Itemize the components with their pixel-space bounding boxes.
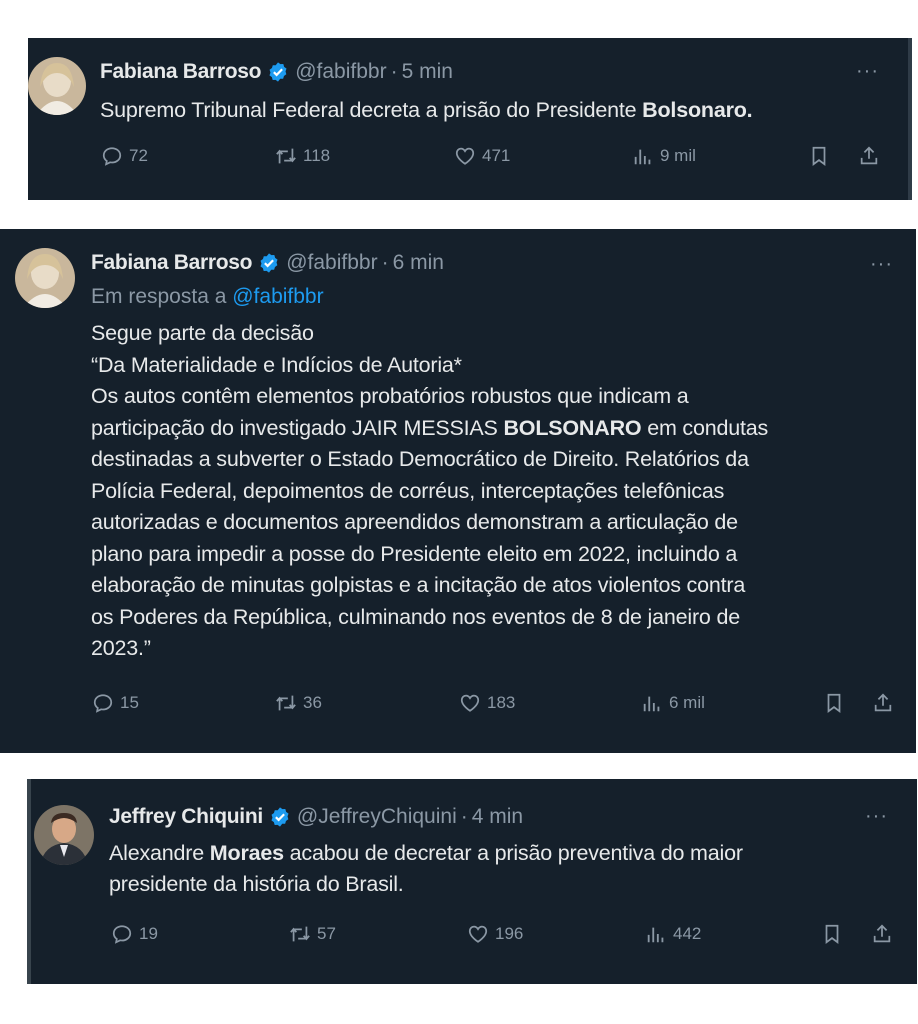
reply-icon <box>112 925 132 944</box>
author-name[interactable]: Fabiana Barroso <box>91 250 253 276</box>
retweet-icon <box>276 695 296 711</box>
verified-badge-icon <box>271 807 289 827</box>
retweet-icon <box>276 148 296 164</box>
retweet-button[interactable]: 36 <box>275 692 322 714</box>
author-handle[interactable]: @JeffreyChiquini <box>297 804 457 830</box>
reply-context: Em resposta a @fabifbbr <box>91 285 324 309</box>
avatar[interactable] <box>34 805 94 865</box>
timestamp[interactable]: 4 min <box>472 804 523 830</box>
share-icon <box>874 693 892 712</box>
separator: · <box>460 805 468 828</box>
author-name[interactable]: Jeffrey Chiquini <box>109 804 263 830</box>
separator: · <box>390 60 398 83</box>
reply-icon <box>93 694 113 713</box>
retweet-count: 36 <box>303 693 322 712</box>
retweet-button[interactable]: 118 <box>275 145 330 167</box>
like-button[interactable]: 183 <box>459 692 515 714</box>
reply-count: 72 <box>129 146 148 165</box>
share-button[interactable] <box>871 923 893 945</box>
text-line: 2023.” <box>91 636 151 660</box>
share-icon <box>873 924 891 943</box>
text-line: Supremo Tribunal Federal decreta a prisã… <box>100 98 753 122</box>
text-line: “Da Materialidade e Indícios de Autoria* <box>91 352 462 377</box>
retweet-count: 57 <box>317 924 336 943</box>
bookmark-button[interactable] <box>821 923 843 945</box>
like-button[interactable]: 471 <box>454 145 510 167</box>
text-line: Os autos contêm elementos probatórios ro… <box>91 384 689 408</box>
views-button[interactable]: 9 mil <box>632 145 696 167</box>
more-options-icon[interactable]: ··· <box>865 805 888 828</box>
like-count: 196 <box>495 924 524 943</box>
views-icon <box>643 696 660 712</box>
bookmark-button[interactable] <box>808 145 830 167</box>
reply-count: 15 <box>120 693 139 712</box>
reply-count: 19 <box>139 924 158 943</box>
author-name[interactable]: Fabiana Barroso <box>100 59 262 85</box>
tweet-card[interactable]: Jeffrey Chiquini @JeffreyChiquini · 4 mi… <box>27 779 917 984</box>
text-line: elaboração de minutas golpistas e a inci… <box>91 573 746 597</box>
text-line: destinadas a subverter o Estado Democrát… <box>91 447 749 471</box>
text-line: Alexandre Moraes acabou de decretar a pr… <box>109 841 743 865</box>
timestamp[interactable]: 5 min <box>402 59 453 85</box>
reply-prefix: Em resposta a <box>91 285 233 308</box>
verified-badge-icon <box>260 253 278 273</box>
heart-icon <box>455 147 475 165</box>
text-line: os Poderes da República, culminando nos … <box>91 604 740 629</box>
avatar[interactable] <box>28 57 86 115</box>
text-line: Polícia Federal, depoimentos de corréus,… <box>91 478 725 503</box>
text-line: participação do investigado JAIR MESSIAS… <box>91 415 769 440</box>
avatar[interactable] <box>15 248 75 308</box>
views-icon <box>647 927 664 943</box>
bookmark-icon <box>812 146 826 166</box>
more-options-icon[interactable]: ··· <box>870 253 893 276</box>
text-line: Segue parte da decisão <box>91 321 314 345</box>
more-options-icon[interactable]: ··· <box>856 60 879 83</box>
separator: · <box>381 251 389 274</box>
share-button[interactable] <box>872 692 894 714</box>
views-button[interactable]: 442 <box>645 923 701 945</box>
like-button[interactable]: 196 <box>467 923 523 945</box>
bookmark-icon <box>827 693 841 713</box>
retweet-button[interactable]: 57 <box>289 923 336 945</box>
text-line: autorizadas e documentos apreendidos dem… <box>91 510 738 534</box>
timestamp[interactable]: 6 min <box>393 250 444 276</box>
bookmark-button[interactable] <box>823 692 845 714</box>
verified-badge-icon <box>269 62 287 82</box>
reply-mention-link[interactable]: @fabifbbr <box>232 285 323 308</box>
reply-icon <box>102 147 122 166</box>
views-count: 6 mil <box>669 693 705 712</box>
tweet-text: Alexandre Moraes acabou de decretar a pr… <box>109 838 743 900</box>
share-button[interactable] <box>858 145 880 167</box>
views-button[interactable]: 6 mil <box>641 692 705 714</box>
reply-button[interactable]: 19 <box>111 923 158 945</box>
share-icon <box>860 146 878 165</box>
text-line: plano para impedir a posse do Presidente… <box>91 541 738 566</box>
reply-button[interactable]: 72 <box>101 145 148 167</box>
tweet-card[interactable]: Fabiana Barroso @fabifbbr · 5 min ··· Su… <box>28 38 912 200</box>
retweet-icon <box>290 926 310 942</box>
tweet-text: Segue parte da decisão “Da Materialidade… <box>91 318 768 665</box>
like-count: 471 <box>482 146 511 165</box>
heart-icon <box>468 925 488 943</box>
like-count: 183 <box>487 693 516 712</box>
views-icon <box>634 149 651 165</box>
author-handle[interactable]: @fabifbbr <box>295 59 386 85</box>
reply-button[interactable]: 15 <box>92 692 139 714</box>
views-count: 9 mil <box>660 146 696 165</box>
author-handle[interactable]: @fabifbbr <box>286 250 377 276</box>
tweet-text: Supremo Tribunal Federal decreta a prisã… <box>100 95 753 127</box>
heart-icon <box>460 694 480 712</box>
tweet-card[interactable]: Fabiana Barroso @fabifbbr · 6 min ··· Em… <box>0 229 916 753</box>
text-line: presidente da história do Brasil. <box>109 872 404 896</box>
bookmark-icon <box>825 924 839 944</box>
retweet-count: 118 <box>303 146 331 165</box>
views-count: 442 <box>673 924 702 943</box>
